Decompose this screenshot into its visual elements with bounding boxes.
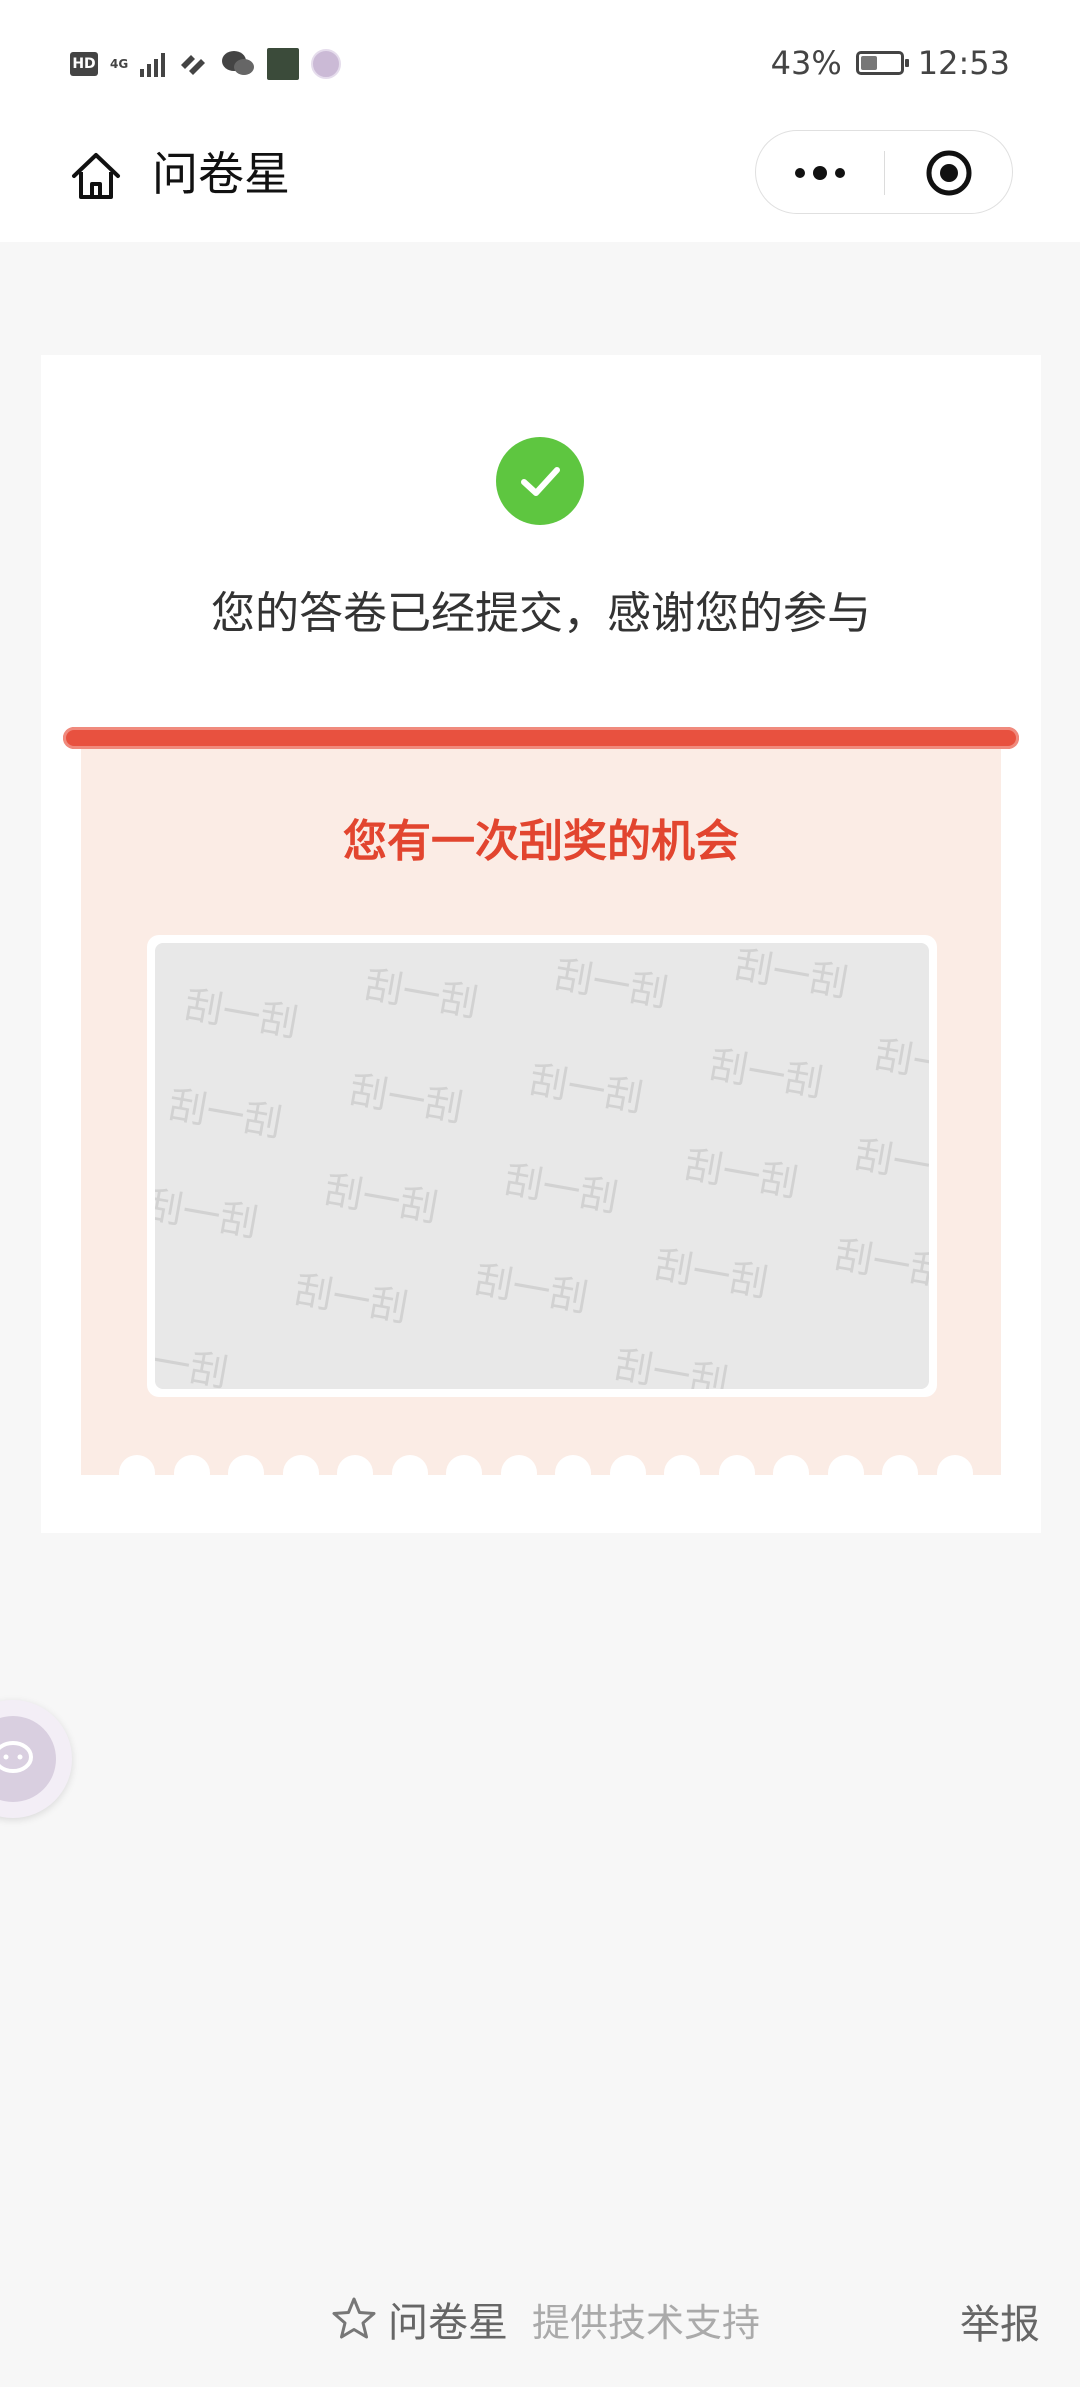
- lottery-ticket: 您有一次刮奖的机会 刮一刮 刮一刮 刮一刮 刮一刮 刮一刮 刮一刮 刮一刮 刮一…: [81, 735, 1001, 1475]
- ticket-scallop: [282, 1455, 319, 1475]
- submit-success-message: 您的答卷已经提交，感谢您的参与: [211, 588, 871, 639]
- avatar-app-icon: [311, 49, 342, 79]
- ticket-scallop: [555, 1455, 591, 1475]
- ticket-scallop: [718, 1455, 755, 1475]
- ticket-scallop: [882, 1455, 918, 1475]
- network-type: 4G: [110, 57, 129, 71]
- ticket-scallop: [664, 1455, 700, 1475]
- scratch-watermark: 刮一刮: [346, 1067, 467, 1131]
- scratch-watermark: 刮一刮: [165, 1082, 286, 1146]
- floating-assistant-button[interactable]: [0, 1700, 72, 1818]
- ticket-scallop: [773, 1455, 809, 1475]
- more-dots-icon: [795, 166, 845, 180]
- photo-app-icon: [267, 48, 300, 80]
- success-check-icon: [496, 437, 584, 525]
- star-outline-icon: [332, 2297, 376, 2339]
- battery-fill: [860, 56, 877, 70]
- ticket-scallop: [446, 1455, 482, 1475]
- scratch-watermark: 刮一刮: [361, 962, 482, 1026]
- ticket-scalloped-edge: [81, 1455, 1001, 1475]
- scratch-watermark: 刮一刮: [851, 1132, 929, 1196]
- ticket-scallop: [609, 1455, 646, 1475]
- status-left-icons: HD 4G: [70, 48, 342, 80]
- footer-brand[interactable]: 问卷星 提供技术支持: [330, 2290, 760, 2348]
- close-miniprogram-button[interactable]: [885, 131, 1013, 215]
- scratch-watermark: 刮一刮: [706, 1042, 827, 1106]
- ticket-scallop: [228, 1455, 264, 1475]
- scratch-watermark: 刮一刮: [155, 1182, 262, 1246]
- lottery-title: 您有一次刮奖的机会: [343, 816, 739, 867]
- ticket-scallop: [500, 1455, 537, 1475]
- chat-bubble-icon: [0, 1741, 33, 1773]
- hearts-app-icon: [181, 55, 206, 75]
- footer: 问卷星 提供技术支持 举报: [0, 2280, 1080, 2350]
- page-title: 问卷星: [152, 147, 290, 201]
- scratch-watermark: 刮一刮: [181, 982, 302, 1046]
- ticket-slot-bar: [63, 727, 1019, 749]
- result-card: 您的答卷已经提交，感谢您的参与 您有一次刮奖的机会 刮一刮 刮一刮 刮一刮 刮一…: [41, 355, 1041, 1533]
- scratch-watermark: 刮一刮: [831, 1232, 929, 1296]
- miniprogram-capsule: [755, 130, 1013, 214]
- wechat-icon: [222, 51, 255, 75]
- ticket-scallop: [391, 1455, 428, 1475]
- scratch-watermark: 刮一刮: [526, 1057, 647, 1121]
- scratch-watermark: 刮一刮: [501, 1157, 622, 1221]
- battery-icon: [855, 51, 909, 75]
- footer-brand-name: 问卷星: [388, 2300, 508, 2346]
- scratch-card-frame: 刮一刮 刮一刮 刮一刮 刮一刮 刮一刮 刮一刮 刮一刮 刮一刮 刮一刮 刮一刮 …: [147, 935, 937, 1397]
- home-icon[interactable]: [66, 146, 126, 206]
- scratch-watermark: 刮一刮: [731, 943, 852, 1006]
- scratch-watermark: 刮一刮: [681, 1142, 802, 1206]
- ticket-scallop: [827, 1455, 864, 1475]
- battery-percent: 43%: [770, 44, 842, 82]
- scratch-watermark: 刮一刮: [871, 1032, 929, 1096]
- scratch-card-area[interactable]: 刮一刮 刮一刮 刮一刮 刮一刮 刮一刮 刮一刮 刮一刮 刮一刮 刮一刮 刮一刮 …: [155, 943, 929, 1389]
- footer-support-text: 提供技术支持: [532, 2300, 761, 2345]
- scratch-watermark: 刮一刮: [551, 952, 672, 1016]
- ticket-scallop: [119, 1455, 155, 1475]
- ticket-scallop: [337, 1455, 373, 1475]
- scratch-watermark: 刮一刮: [291, 1267, 412, 1331]
- ticket-scallop: [936, 1455, 973, 1475]
- navigation-bar: 问卷星: [0, 130, 1080, 242]
- scratch-watermark: 刮一刮: [321, 1167, 442, 1231]
- clock: 12:53: [917, 44, 1010, 82]
- scratch-watermark: 刮一刮: [611, 1342, 732, 1389]
- status-right: 43% 12:53: [771, 44, 1010, 82]
- more-button[interactable]: [756, 131, 884, 215]
- hd-badge: HD: [70, 52, 98, 76]
- scratch-watermark: 刮一刮: [471, 1257, 592, 1321]
- scratch-watermark: 刮一刮: [651, 1242, 772, 1306]
- close-circle-icon: [926, 150, 972, 196]
- report-link[interactable]: 举报: [960, 2292, 1040, 2350]
- scratch-watermark: 刮一刮: [155, 1332, 232, 1389]
- assistant-avatar-icon: [0, 1716, 56, 1802]
- status-bar: HD 4G 43% 12:53: [0, 0, 1080, 130]
- ticket-scallop: [173, 1455, 210, 1475]
- signal-icon: [140, 51, 166, 77]
